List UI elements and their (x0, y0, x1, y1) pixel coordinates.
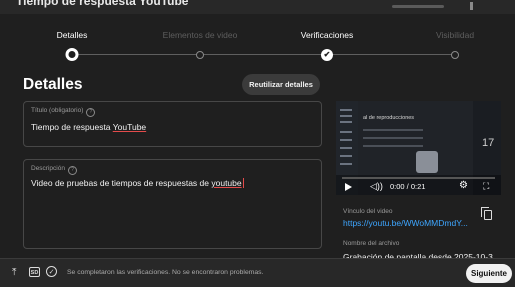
step-details[interactable]: Detalles (17, 30, 127, 61)
title-input[interactable]: Tiempo de respuesta YouTube (31, 122, 146, 132)
step-pending-dot (451, 51, 459, 59)
copy-icon[interactable] (481, 207, 492, 220)
spellcheck-word: youtube (211, 178, 242, 188)
stepper-line (72, 54, 456, 55)
check-circle-icon[interactable]: ✓ (46, 266, 57, 277)
preview-thumbnail (416, 151, 438, 173)
footer-bar: ⤒ SD ✓ Se completaron las verificaciones… (0, 258, 515, 287)
settings-gear-icon[interactable]: ⚙ (459, 180, 468, 191)
top-bar: Tiempo de respuesta YouTube (0, 0, 515, 14)
step-video-elements[interactable]: Elementos de video (145, 30, 255, 59)
help-circle-icon[interactable]: ? (67, 166, 77, 175)
filename-value: Grabación de pantalla desde 2025-10-3... (343, 252, 500, 258)
preview-number: 17 (482, 137, 495, 149)
video-preview[interactable]: al de reproducciones 17 ◁)) 0:00 / 0:21 … (336, 101, 501, 195)
step-label: Detalles (56, 30, 88, 40)
step-label: Visibilidad (435, 30, 475, 40)
section-heading: Detalles (23, 76, 83, 93)
status-text: Se completaron las verificaciones. No se… (67, 269, 264, 276)
title-field[interactable]: Título (obligatorio)? Tiempo de respuest… (23, 101, 322, 147)
video-progress-bar[interactable] (342, 177, 495, 179)
step-progress: Detalles Elementos de video Verificacion… (0, 30, 515, 64)
description-field-label: Descripción? (31, 165, 77, 175)
step-pending-dot (196, 51, 204, 59)
upload-icon[interactable]: ⤒ (12, 267, 16, 278)
reuse-details-button[interactable]: Reutilizar detalles (242, 74, 320, 95)
upload-progress (392, 5, 444, 8)
step-label: Elementos de video (162, 30, 238, 40)
description-input[interactable]: Video de pruebas de tiempos de respuesta… (31, 178, 244, 188)
text-caret (242, 178, 244, 188)
volume-icon[interactable]: ◁)) (370, 181, 383, 192)
spellcheck-word: YouTube (112, 122, 147, 132)
next-button[interactable]: Siguiente (466, 264, 512, 283)
sd-quality-icon[interactable]: SD (29, 267, 40, 277)
title-field-label: Título (obligatorio)? (31, 107, 96, 117)
preview-pane-title: al de reproducciones (363, 115, 415, 121)
video-link[interactable]: https://youtu.be/WWoMMDmdY... (343, 218, 468, 228)
help-circle-icon[interactable]: ? (86, 108, 96, 117)
video-link-label: Vínculo del video (343, 208, 393, 215)
step-current-dot (65, 48, 79, 61)
video-time: 0:00 / 0:21 (390, 182, 426, 191)
step-visibility[interactable]: Visibilidad (400, 30, 510, 59)
fullscreen-icon[interactable]: ⛶ (483, 181, 489, 192)
checkmark-icon: ✔ (321, 49, 333, 61)
dialog-title: Tiempo de respuesta YouTube (16, 0, 189, 8)
step-checks[interactable]: Verificaciones ✔ (272, 30, 382, 61)
description-field[interactable]: Descripción? Video de pruebas de tiempos… (23, 159, 322, 249)
filename-label: Nombre del archivo (343, 240, 400, 247)
video-controls: ◁)) 0:00 / 0:21 ⚙ ⛶ (336, 175, 501, 195)
more-options-icon[interactable] (470, 2, 473, 10)
step-label: Verificaciones (300, 30, 354, 40)
play-icon[interactable] (345, 183, 352, 191)
